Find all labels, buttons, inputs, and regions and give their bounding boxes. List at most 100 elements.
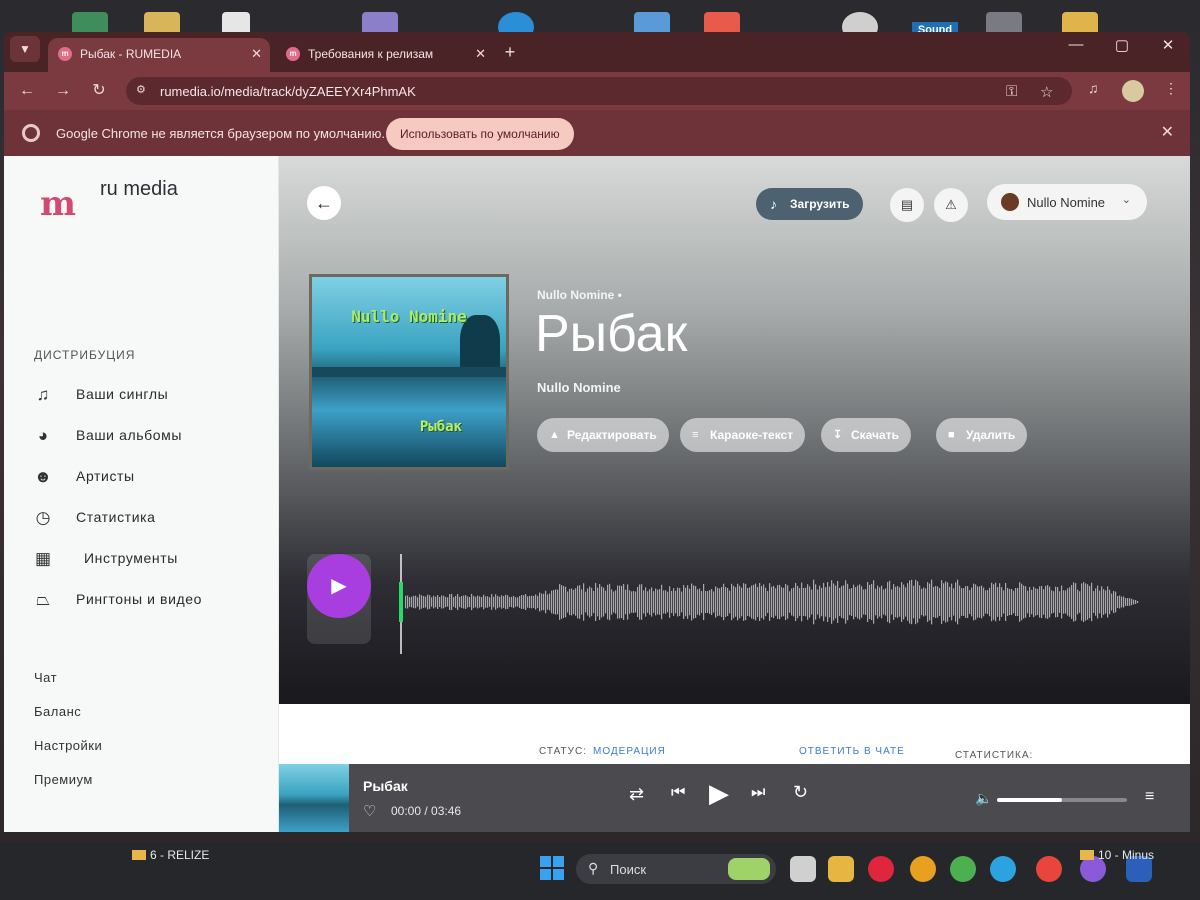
torrent-icon[interactable] bbox=[950, 856, 976, 882]
search-icon: ⚲ bbox=[588, 860, 599, 876]
volume-icon[interactable]: 🔈 bbox=[975, 790, 992, 807]
set-default-button[interactable]: Использовать по умолчанию bbox=[386, 118, 574, 150]
waveform-bar bbox=[407, 595, 409, 609]
player-cover-thumb[interactable] bbox=[279, 764, 349, 832]
back-button[interactable]: ← bbox=[307, 186, 341, 220]
reply-in-chat-link[interactable]: ОТВЕТИТЬ В ЧАТЕ bbox=[799, 746, 905, 757]
file-explorer-icon[interactable] bbox=[828, 856, 854, 882]
user-menu[interactable]: Nullo Nomine ⌄ bbox=[987, 184, 1147, 220]
waveform-bar bbox=[537, 595, 539, 609]
waveform-bar bbox=[937, 586, 939, 618]
tab-release-requirements[interactable]: m Требования к релизам ✕ bbox=[276, 38, 494, 72]
waveform-bar bbox=[803, 587, 805, 617]
waveform-bar bbox=[667, 591, 669, 613]
waveform-bar bbox=[1083, 582, 1085, 622]
track-artist-top[interactable]: Nullo Nomine • bbox=[537, 288, 622, 302]
download-icon: ↧ bbox=[833, 429, 843, 441]
play-button[interactable]: ▶ bbox=[307, 554, 371, 618]
waveform-bar bbox=[1003, 590, 1005, 614]
minimize-button[interactable]: — bbox=[1056, 36, 1096, 53]
previous-icon[interactable]: ⏮ bbox=[671, 784, 685, 802]
waveform-bar bbox=[425, 596, 427, 608]
volume-slider[interactable] bbox=[997, 798, 1127, 802]
track-artist[interactable]: Nullo Nomine bbox=[537, 380, 621, 395]
waveform-bar bbox=[931, 579, 933, 625]
bookmark-star-icon[interactable]: ☆ bbox=[1040, 83, 1053, 101]
repeat-icon[interactable]: ↻ bbox=[793, 782, 808, 803]
waveform-bar bbox=[897, 586, 899, 618]
waveform-bar bbox=[625, 589, 627, 615]
close-icon[interactable]: ✕ bbox=[1161, 122, 1174, 142]
address-bar[interactable]: ⚙ rumedia.io/media/track/dyZAEEYXr4PhmAK… bbox=[126, 77, 1072, 105]
sidebar-link-chat[interactable]: Чат bbox=[34, 670, 57, 685]
queue-icon[interactable]: ≡ bbox=[1145, 788, 1154, 806]
music-plus-icon: ♪ bbox=[770, 196, 777, 212]
edit-button[interactable]: ▲ Редактировать bbox=[537, 418, 669, 452]
profile-avatar[interactable] bbox=[1122, 80, 1144, 102]
waveform-bar bbox=[541, 593, 543, 611]
waveform-bar bbox=[1025, 586, 1027, 618]
browser-menu-icon[interactable]: ⋮ bbox=[1164, 80, 1178, 97]
waveform-bar bbox=[525, 593, 527, 611]
password-key-icon[interactable]: ⚿ bbox=[1006, 83, 1017, 100]
close-icon[interactable]: ✕ bbox=[475, 38, 486, 70]
sidebar-item-albums[interactable]: ◕ Ваши альбомы bbox=[32, 421, 262, 451]
sidebar-link-premium[interactable]: Премиум bbox=[34, 772, 93, 787]
waveform-bar bbox=[993, 584, 995, 620]
sidebar-item-ringtones[interactable]: ⏢ Рингтоны и видео bbox=[32, 585, 262, 615]
player-play-icon[interactable]: ▶ bbox=[709, 778, 729, 809]
karaoke-button[interactable]: ≡ Караоке-текст bbox=[680, 418, 806, 452]
sidebar-link-balance[interactable]: Баланс bbox=[34, 704, 81, 719]
heart-icon[interactable]: ♡ bbox=[363, 802, 376, 820]
taskbar-folder-relize[interactable]: 6 - RELIZE bbox=[132, 848, 209, 862]
close-icon[interactable]: ✕ bbox=[251, 38, 262, 70]
tab-search-button[interactable]: ▼ bbox=[10, 36, 40, 62]
next-icon[interactable]: ⏭ bbox=[751, 784, 765, 802]
sidebar-item-tools[interactable]: ▦ Инструменты bbox=[32, 544, 262, 574]
taskbar-folder-minus[interactable]: 10 - Minus bbox=[1080, 848, 1154, 862]
archive-button[interactable]: ▤ bbox=[890, 188, 924, 222]
notifications-button[interactable]: ⚠ bbox=[934, 188, 968, 222]
waveform-bar bbox=[797, 585, 799, 619]
waveform-bar bbox=[703, 583, 705, 621]
waveform-bar bbox=[883, 589, 885, 615]
avatar bbox=[1001, 193, 1019, 211]
chrome-taskbar-icon[interactable] bbox=[1036, 856, 1062, 882]
waveform-bar bbox=[1057, 586, 1059, 618]
back-nav-button[interactable]: ← bbox=[16, 80, 38, 102]
waveform-bar bbox=[1017, 588, 1019, 616]
download-button[interactable]: ↧ Скачать bbox=[821, 418, 911, 452]
waveform-bar bbox=[573, 589, 575, 615]
delete-button[interactable]: ■ Удалить bbox=[936, 418, 1028, 452]
waveform-bar bbox=[587, 588, 589, 616]
telegram-icon[interactable] bbox=[990, 856, 1016, 882]
sidebar-item-stats[interactable]: ◷ Статистика bbox=[32, 503, 262, 533]
waveform-bar bbox=[721, 586, 723, 618]
tab-rybak[interactable]: m Рыбак - RUMEDIA ✕ bbox=[48, 38, 270, 72]
sidebar-item-singles[interactable]: ♫ Ваши синглы bbox=[32, 380, 262, 410]
waveform[interactable] bbox=[399, 554, 1159, 654]
upload-button[interactable]: ♪ Загрузить bbox=[756, 188, 864, 220]
waveform-bar bbox=[1067, 588, 1069, 616]
sidebar: m ru media ДИСТРИБУЦИЯ ♫ Ваши синглы ◕ В… bbox=[4, 156, 279, 832]
start-button[interactable] bbox=[540, 856, 564, 880]
waveform-bar bbox=[661, 584, 663, 620]
task-view-icon[interactable] bbox=[790, 856, 816, 882]
new-tab-button[interactable]: + bbox=[499, 42, 521, 63]
forward-nav-button[interactable]: → bbox=[52, 80, 74, 102]
taskbar-search[interactable]: ⚲ Поиск bbox=[576, 854, 776, 884]
folder-label: 6 - RELIZE bbox=[150, 848, 210, 862]
waveform-bar bbox=[509, 597, 511, 607]
window-close-button[interactable]: ✕ bbox=[1148, 36, 1188, 54]
opera-icon[interactable] bbox=[868, 856, 894, 882]
site-settings-icon[interactable]: ⚙ bbox=[136, 83, 150, 97]
sidebar-item-artists[interactable]: ☻ Артисты bbox=[32, 462, 262, 492]
app-icon[interactable] bbox=[910, 856, 936, 882]
sidebar-link-settings[interactable]: Настройки bbox=[34, 738, 102, 753]
maximize-button[interactable]: ▢ bbox=[1102, 36, 1142, 54]
reload-button[interactable]: ↻ bbox=[88, 80, 110, 102]
shuffle-icon[interactable]: ⇄ bbox=[629, 784, 644, 805]
player-bar: Рыбак ♡ 00:00 / 03:46 ⇄ ⏮ ▶ ⏭ ↻ 🔈 ≡ bbox=[279, 764, 1190, 832]
track-title: Рыбак bbox=[535, 305, 688, 363]
media-controls-icon[interactable]: ♫ bbox=[1088, 80, 1099, 96]
